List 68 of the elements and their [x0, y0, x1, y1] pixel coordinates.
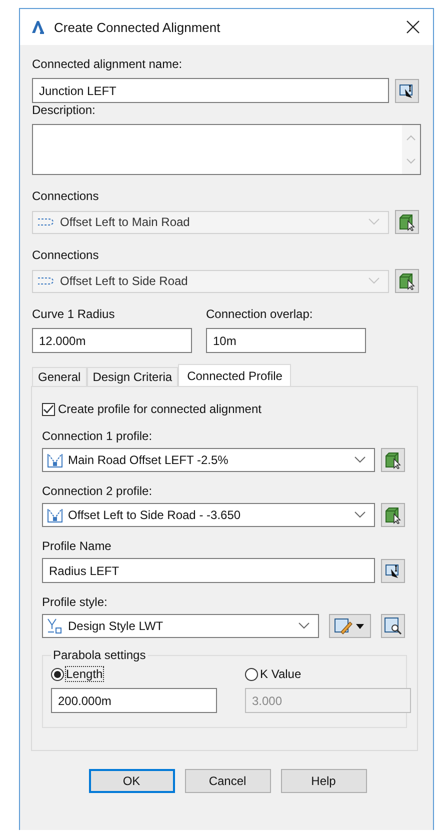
radio-option[interactable]: Length [51, 666, 103, 682]
pick-button[interactable] [381, 558, 405, 582]
dialog-button[interactable]: OK [88, 769, 174, 793]
field-label: Connections [32, 189, 99, 203]
dialog-button[interactable]: Cancel [184, 769, 270, 793]
field-label: Description: [32, 103, 96, 117]
radio-option[interactable]: K Value [245, 666, 302, 682]
field-label: Profile Name [42, 539, 112, 553]
checkbox[interactable] [42, 402, 55, 416]
radio-button[interactable] [51, 668, 64, 680]
description-field[interactable] [32, 124, 421, 175]
profile-dropdown[interactable]: Main Road Offset LEFT -2.5% [42, 448, 375, 472]
app-logo-icon [30, 19, 46, 35]
group-title: Parabola settings [51, 648, 148, 662]
scroll-up-icon [406, 135, 416, 141]
profile-icon [47, 452, 63, 468]
close-icon [406, 20, 420, 34]
checkbox-label: Create profile for connected alignment [58, 402, 262, 416]
select-button[interactable] [395, 210, 419, 234]
edit-dropdown-icon [334, 617, 366, 635]
curve-radius-field[interactable]: 12.000m [32, 328, 192, 353]
radio-label: K Value [260, 667, 302, 681]
overlap-field[interactable]: 10m [206, 328, 366, 353]
create-profile-checkbox[interactable]: Create profile for connected alignment [42, 401, 407, 417]
field-label: Connection 2 profile: [42, 484, 152, 498]
cube-cursor-icon [384, 506, 402, 524]
cube-cursor-icon [398, 272, 416, 290]
pick-icon [399, 82, 415, 98]
dropdown-caret-icon [368, 218, 380, 226]
field-label: Profile style: [42, 595, 108, 609]
field-label: Connection overlap: [206, 307, 313, 321]
browse-style-button[interactable] [381, 614, 405, 638]
pick-button[interactable] [395, 78, 419, 102]
field-label: Curve 1 Radius [32, 307, 115, 321]
field-label: Connection 1 profile: [42, 429, 152, 443]
field-label: Connections [32, 248, 99, 262]
dropdown-caret-icon [368, 277, 380, 285]
select-button[interactable] [381, 448, 405, 472]
field-label: Connected alignment name: [32, 57, 182, 71]
alignment-name-field[interactable]: Junction LEFT [32, 78, 389, 103]
tab[interactable]: General [32, 367, 87, 386]
profile-style-dropdown[interactable]: Design Style LWT [42, 614, 319, 638]
dropdown-caret-icon [354, 456, 366, 464]
dropdown-caret-icon [354, 511, 366, 519]
scroll-down-icon [406, 158, 416, 164]
connection-icon [37, 276, 55, 286]
cube-cursor-icon [398, 213, 416, 231]
radio-button[interactable] [245, 668, 258, 680]
profile-icon [47, 507, 63, 523]
pick-icon [385, 562, 401, 578]
magnifier-icon [384, 617, 402, 635]
profile-dropdown[interactable]: Offset Left to Side Road - -3.650 [42, 503, 375, 527]
connection-icon [37, 217, 55, 227]
style-icon [47, 618, 63, 634]
cube-cursor-icon [384, 451, 402, 469]
tab[interactable]: Connected Profile [178, 364, 292, 386]
window-title: Create Connected Alignment [54, 20, 222, 34]
dropdown-caret-icon [298, 622, 310, 630]
check-icon [43, 404, 54, 414]
radio-label: Length [66, 667, 103, 681]
select-button[interactable] [381, 503, 405, 527]
select-button[interactable] [395, 269, 419, 293]
scroll-bar[interactable] [402, 125, 420, 174]
tab[interactable]: Design Criteria [86, 367, 178, 386]
edit-style-button[interactable] [329, 614, 371, 638]
dialog-button[interactable]: Help [280, 769, 366, 793]
parabola-value-field[interactable]: 200.000m [51, 688, 217, 713]
profile-name-field[interactable]: Radius LEFT [42, 558, 375, 583]
